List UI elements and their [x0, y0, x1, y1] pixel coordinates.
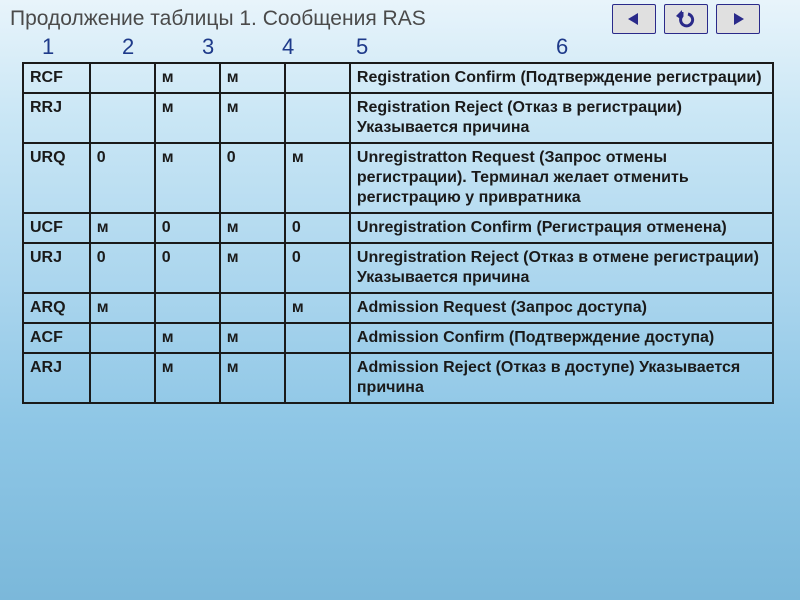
value-cell: м: [155, 63, 220, 93]
return-icon: [676, 10, 696, 28]
code-cell: RRJ: [23, 93, 90, 143]
value-cell: м: [220, 213, 285, 243]
description-cell: Admission Confirm (Подтверждение доступа…: [350, 323, 773, 353]
value-cell: [90, 63, 155, 93]
value-cell: м: [155, 143, 220, 213]
value-cell: 0: [285, 243, 350, 293]
value-cell: 0: [90, 243, 155, 293]
value-cell: м: [155, 93, 220, 143]
value-cell: [285, 353, 350, 403]
value-cell: м: [220, 63, 285, 93]
value-cell: 0: [155, 243, 220, 293]
col-number-1: 1: [42, 34, 122, 60]
page-title: Продолжение таблицы 1. Сообщения RAS: [10, 7, 612, 31]
column-numbers: 1 2 3 4 5 6: [0, 34, 800, 60]
col-number-3: 3: [202, 34, 282, 60]
description-cell: Admission Reject (Отказ в доступе) Указы…: [350, 353, 773, 403]
table-row: ACF мм Admission Confirm (Подтверждение до…: [23, 323, 773, 353]
table-row: ARQммAdmission Request (Запрос доступа): [23, 293, 773, 323]
value-cell: м: [220, 93, 285, 143]
table-row: URQ0м0мUnregistratton Request (Запрос от…: [23, 143, 773, 213]
table-row: RCF мм Registration Confirm (Подтверждение…: [23, 63, 773, 93]
home-button[interactable]: [664, 4, 708, 34]
value-cell: м: [220, 323, 285, 353]
value-cell: [220, 293, 285, 323]
code-cell: ARQ: [23, 293, 90, 323]
value-cell: [285, 93, 350, 143]
description-cell: Admission Request (Запрос доступа): [350, 293, 773, 323]
value-cell: м: [90, 213, 155, 243]
col-number-5: 5: [356, 34, 556, 60]
next-button[interactable]: [716, 4, 760, 34]
value-cell: [90, 323, 155, 353]
code-cell: ACF: [23, 323, 90, 353]
description-cell: Unregistratton Request (Запрос отмены ре…: [350, 143, 773, 213]
ras-messages-table: RCFммRegistration Confirm (Подтверждение…: [22, 62, 774, 404]
triangle-right-icon: [730, 11, 746, 27]
col-number-4: 4: [282, 34, 356, 60]
triangle-left-icon: [626, 11, 642, 27]
value-cell: [285, 323, 350, 353]
description-cell: Unregistration Confirm (Регистрация отме…: [350, 213, 773, 243]
description-cell: Unregistration Reject (Отказ в отмене ре…: [350, 243, 773, 293]
value-cell: [155, 293, 220, 323]
table-row: UCFм0м0Unregistration Confirm (Регистрац…: [23, 213, 773, 243]
value-cell: [90, 353, 155, 403]
value-cell: [285, 63, 350, 93]
prev-button[interactable]: [612, 4, 656, 34]
value-cell: 0: [90, 143, 155, 213]
value-cell: м: [285, 143, 350, 213]
col-number-2: 2: [122, 34, 202, 60]
table-row: ARJ мм Admission Reject (Отказ в доступе) …: [23, 353, 773, 403]
value-cell: 0: [155, 213, 220, 243]
value-cell: 0: [220, 143, 285, 213]
value-cell: м: [90, 293, 155, 323]
table-row: URJ00м0Unregistration Reject (Отказ в от…: [23, 243, 773, 293]
value-cell: м: [220, 353, 285, 403]
description-cell: Registration Reject (Отказ в регистрации…: [350, 93, 773, 143]
code-cell: ARJ: [23, 353, 90, 403]
value-cell: 0: [285, 213, 350, 243]
code-cell: URJ: [23, 243, 90, 293]
value-cell: м: [220, 243, 285, 293]
code-cell: URQ: [23, 143, 90, 213]
value-cell: м: [285, 293, 350, 323]
code-cell: UCF: [23, 213, 90, 243]
code-cell: RCF: [23, 63, 90, 93]
description-cell: Registration Confirm (Подтверждение реги…: [350, 63, 773, 93]
value-cell: м: [155, 353, 220, 403]
value-cell: [90, 93, 155, 143]
col-number-6: 6: [556, 34, 616, 60]
table-row: RRJ мм Registration Reject (Отказ в регист…: [23, 93, 773, 143]
value-cell: м: [155, 323, 220, 353]
